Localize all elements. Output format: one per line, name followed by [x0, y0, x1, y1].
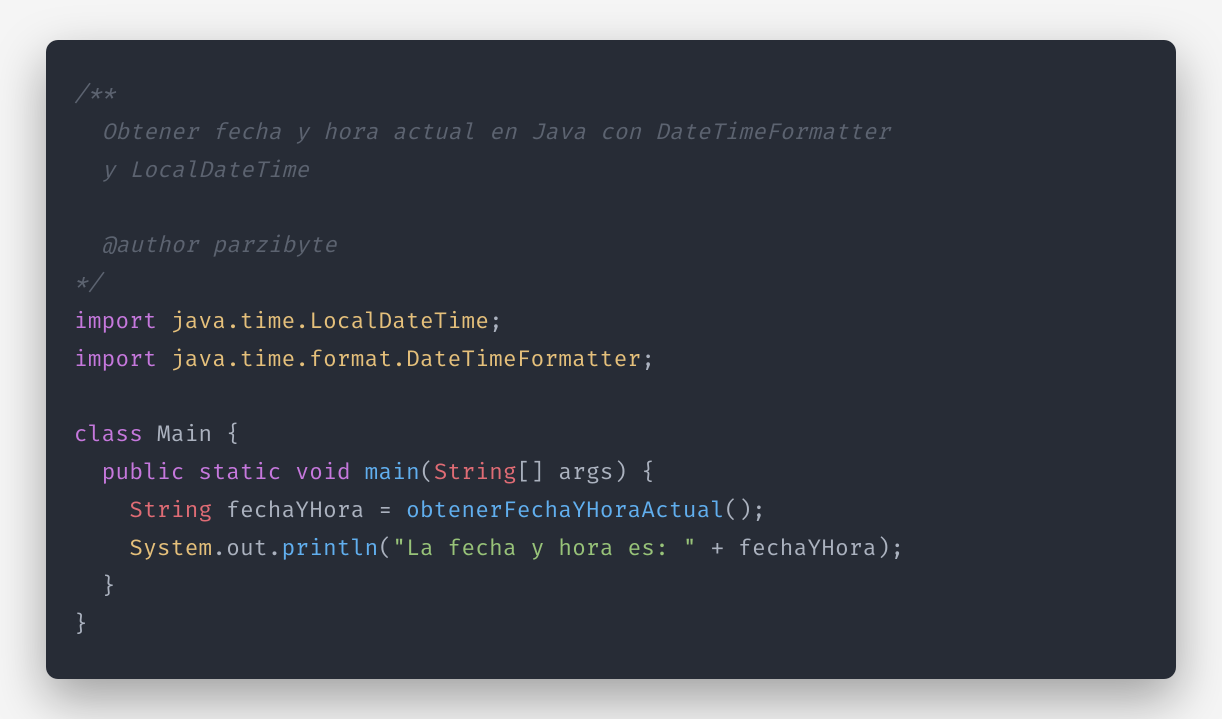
paren-open: (: [378, 535, 392, 562]
out-field: out: [226, 535, 268, 562]
code-block: /** Obtener fecha y hora actual en Java …: [74, 76, 1148, 643]
function-call: obtenerFechaYHoraActual: [392, 497, 724, 524]
indent: [74, 459, 102, 486]
semicolon: ;: [891, 535, 905, 562]
class-name: Main: [143, 421, 226, 448]
author-doctag: @author: [102, 232, 199, 259]
variable-ref: fechaYHora: [738, 535, 876, 562]
brackets: []: [517, 459, 545, 486]
println-method: println: [282, 535, 379, 562]
equals-operator: =: [378, 497, 392, 524]
import-keyword: import: [74, 346, 157, 373]
comment-close: */: [74, 270, 102, 297]
comment-indent: [74, 119, 102, 146]
import-package-1: java.time.LocalDateTime: [157, 308, 489, 335]
string-literal: "La fecha y hora es: ": [392, 535, 696, 562]
dot: .: [268, 535, 282, 562]
void-keyword: void: [282, 459, 351, 486]
brace-close: }: [102, 573, 116, 600]
plus-operator: +: [697, 535, 739, 562]
args-param: args: [545, 459, 614, 486]
empty-parens: (): [724, 497, 752, 524]
variable-name: fechaYHora: [212, 497, 378, 524]
brace-open: {: [628, 459, 656, 486]
semicolon: ;: [641, 346, 655, 373]
import-keyword: import: [74, 308, 157, 335]
brace-close: }: [74, 611, 88, 638]
import-package-2: java.time.format.DateTimeFormatter: [157, 346, 641, 373]
string-type: String: [434, 459, 517, 486]
paren-open: (: [420, 459, 434, 486]
comment-open: /**: [74, 81, 116, 108]
brace-open: {: [226, 421, 240, 448]
indent: [74, 573, 102, 600]
semicolon: ;: [489, 308, 503, 335]
indent: [74, 535, 129, 562]
code-snippet-card: /** Obtener fecha y hora actual en Java …: [46, 40, 1176, 679]
semicolon: ;: [752, 497, 766, 524]
comment-indent: [74, 157, 102, 184]
indent: [74, 497, 129, 524]
comment-line-1: Obtener fecha y hora actual en Java con …: [102, 119, 891, 146]
main-method: main: [351, 459, 420, 486]
paren-close: ): [614, 459, 628, 486]
string-type: String: [129, 497, 212, 524]
comment-line-2: y LocalDateTime: [102, 157, 310, 184]
static-keyword: static: [185, 459, 282, 486]
public-keyword: public: [102, 459, 185, 486]
dot: .: [212, 535, 226, 562]
comment-indent: [74, 232, 102, 259]
system-class: System: [129, 535, 212, 562]
paren-close: ): [877, 535, 891, 562]
class-keyword: class: [74, 421, 143, 448]
author-name: parzibyte: [199, 232, 337, 259]
